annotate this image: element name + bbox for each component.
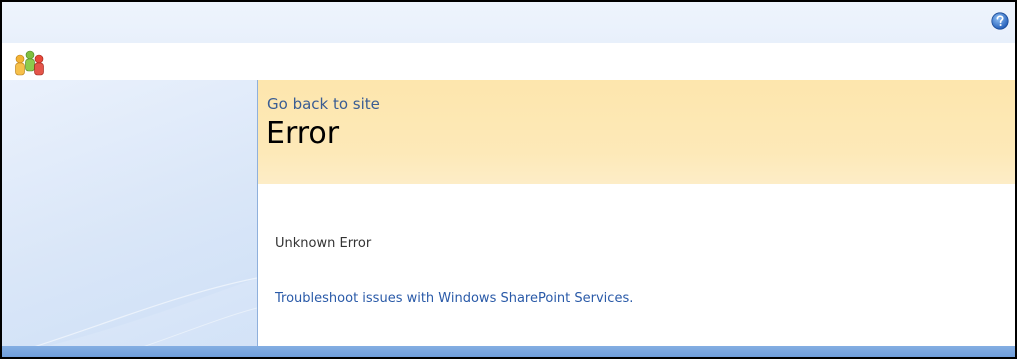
go-back-link[interactable]: Go back to site (267, 95, 380, 113)
page-title-area: Go back to site Error (258, 80, 1015, 184)
help-icon[interactable] (991, 12, 1009, 30)
error-message: Unknown Error (275, 236, 372, 251)
bottom-bar (2, 346, 1015, 357)
site-header (2, 43, 1015, 80)
page-title: Error (266, 116, 340, 151)
main-content: Go back to site Error Unknown Error Trou… (257, 80, 1015, 346)
top-strip (2, 2, 1015, 43)
page-frame: Go back to site Error Unknown Error Trou… (0, 0, 1017, 359)
people-group-icon[interactable] (13, 50, 47, 76)
left-navigation-panel (2, 80, 258, 357)
troubleshoot-link[interactable]: Troubleshoot issues with Windows SharePo… (275, 291, 633, 306)
